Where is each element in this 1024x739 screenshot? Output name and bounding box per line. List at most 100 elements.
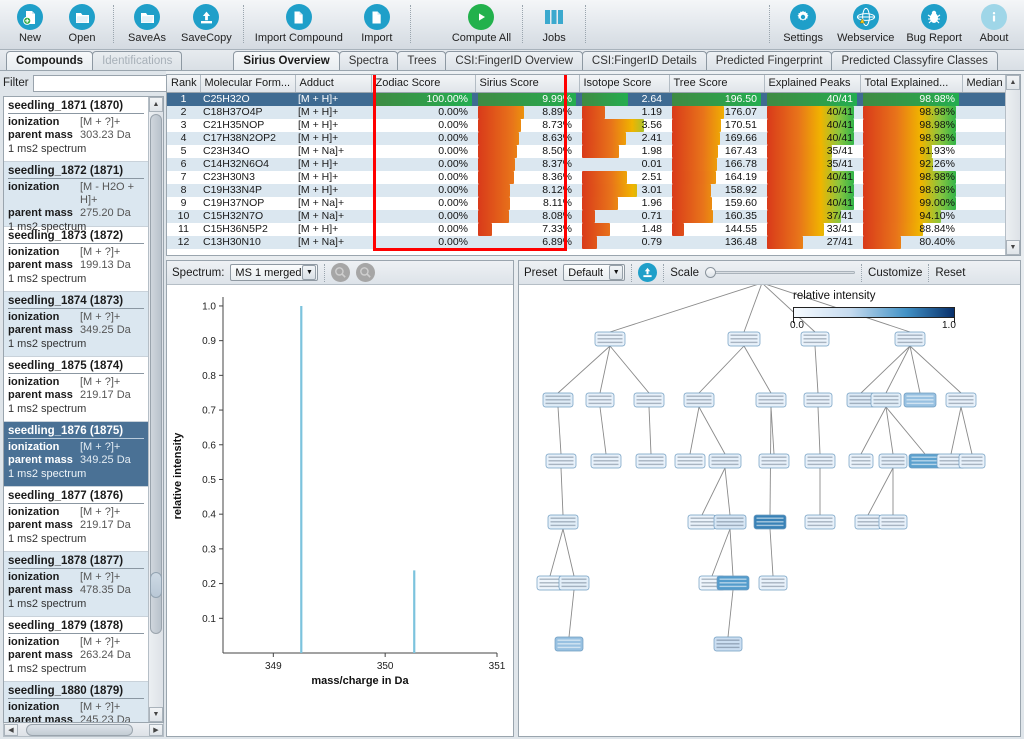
table-row[interactable]: 3 C21H35NOP [M + H]+ 0.00% 8.73% 3.56 170.51 40… [167,118,1005,132]
spectrum-select[interactable]: MS 1 merged ▼ [230,264,319,282]
tab-sirius-overview[interactable]: Sirius Overview [233,51,340,71]
score-value: 0.00% [438,106,468,119]
table-row[interactable]: 10 C15H32N7O [M + Na]+ 0.00% 8.08% 0.71 160.35… [167,209,1005,223]
scroll-down-icon[interactable]: ▼ [149,707,163,723]
scroll-left-icon[interactable]: ◀ [4,723,18,736]
column-header[interactable]: Explained Peaks [764,75,861,93]
scroll-track[interactable] [149,112,163,708]
column-header[interactable]: Isotope Score [579,75,670,93]
compound-list-item[interactable]: seedling_1874 (1873) ionization [M + ?]+ pa… [4,291,148,357]
tree-node-text-line [545,402,571,405]
save-as-button[interactable]: SaveAs [119,2,175,48]
results-scroll-track[interactable] [1006,90,1020,240]
bug-report-button[interactable]: Bug Report [900,2,968,48]
results-scroll-up-icon[interactable]: ▲ [1006,75,1020,91]
compound-list[interactable]: seedling_1871 (1870) ionization [M + ?]+ pa… [3,95,164,724]
score-value: 98.98% [919,119,955,132]
column-header[interactable]: Adduct [295,75,372,93]
table-row[interactable]: 11 C15H36N5P2 [M + H]+ 0.00% 7.33% 1.48 144.55… [167,222,1005,236]
tab-csi-fingerid-overview[interactable]: CSI:FingerID Overview [445,51,583,71]
column-header[interactable]: Rank [167,75,201,93]
zoom-in-icon[interactable] [331,263,351,283]
column-header[interactable]: Molecular Form... [200,75,296,93]
table-row[interactable]: 6 C14H32N6O4 [M + H]+ 0.00% 8.37% 0.01 166.78 3… [167,157,1005,171]
scroll-up-icon[interactable]: ▲ [149,96,163,112]
export-upload-icon[interactable] [638,263,658,283]
scroll-thumb-grip[interactable] [150,571,162,598]
preset-select[interactable]: Default ▼ [563,264,626,282]
customize-button[interactable]: Customize [868,267,922,279]
bug-report-button-label: Bug Report [906,32,962,44]
zoom-out-icon[interactable] [356,263,376,283]
table-cell: 0.01 [579,157,669,171]
tree-node-text-line [593,456,619,459]
table-row[interactable]: 2 C18H37O4P [M + H]+ 0.00% 8.89% 1.19 176.07 40… [167,105,1005,119]
column-header[interactable]: Median Mass D... [962,75,1005,93]
column-header[interactable]: Sirius Score [475,75,580,93]
score-value: 92.26% [919,158,955,171]
compound-list-item[interactable]: seedling_1876 (1875) ionization [M + ?]+ pa… [4,421,148,487]
table-cell: C23H30N3 [200,170,295,184]
tab-spectra[interactable]: Spectra [338,51,399,71]
jobs-button[interactable]: Jobs [528,2,580,48]
tree-node-text-line [638,460,664,462]
score-bar: 2.41 [582,131,666,145]
tab-predicted-classyfire-classes[interactable]: Predicted Classyfire Classes [831,51,998,71]
compound-list-scrollbar[interactable]: ▲ ▼ [148,96,163,723]
results-table[interactable]: Rank Molecular Form... Adduct Zodiac Score S… [167,75,1005,249]
about-button[interactable]: About [968,2,1020,48]
score-bar: 0.00% [374,158,472,171]
tab-csi-fingerid-details[interactable]: CSI:FingerID Details [581,51,707,71]
hscroll-track[interactable] [18,723,149,736]
score-value: 8.11% [543,197,572,210]
compound-list-hscrollbar[interactable]: ◀ ▶ [3,723,164,737]
scale-slider[interactable] [705,266,856,280]
scroll-right-icon[interactable]: ▶ [149,723,163,736]
tab-trees[interactable]: Trees [397,51,447,71]
column-header[interactable]: Total Explained... [860,75,963,93]
open-button[interactable]: Open [56,2,108,48]
import-button[interactable]: Import [349,2,405,48]
table-cell: 0.00% [371,183,475,197]
hscroll-thumb[interactable] [26,723,133,736]
tree-node-text-line [961,456,983,459]
webservice-button[interactable]: Webservice [831,2,900,48]
settings-button[interactable]: Settings [775,2,831,48]
table-row[interactable]: 12 C13H30N10 [M + Na]+ 0.00% 6.89% 0.79 136.48… [167,235,1005,249]
parent-mass-value: 219.17 Da [80,388,131,401]
compound-list-item[interactable]: seedling_1871 (1870) ionization [M + ?]+ pa… [4,96,148,162]
column-header[interactable]: Zodiac Score [371,75,476,93]
tab-predicted-fingerprint[interactable]: Predicted Fingerprint [705,51,833,71]
compound-list-item[interactable]: seedling_1879 (1878) ionization [M + ?]+ pa… [4,616,148,682]
scroll-thumb[interactable] [150,113,162,634]
compound-list-item[interactable]: seedling_1875 (1874) ionization [M + ?]+ pa… [4,356,148,422]
new-button[interactable]: New [4,2,56,48]
results-scroll-down-icon[interactable]: ▼ [1006,240,1020,256]
table-row[interactable]: 5 C23H34O [M + Na]+ 0.00% 8.50% 1.98 167.43 35/… [167,144,1005,158]
import-compound-button[interactable]: Import Compound [249,2,349,48]
table-row[interactable]: 7 C23H30N3 [M + H]+ 0.00% 8.36% 2.51 164.19 40/… [167,170,1005,184]
table-row[interactable]: 9 C19H37NOP [M + Na]+ 0.00% 8.11% 1.96 159.60 4… [167,196,1005,210]
table-cell: 40/41 [764,105,860,119]
x-tick-label: 349 [265,661,282,672]
score-value: 159.60 [724,197,757,210]
filter-input[interactable] [32,74,183,92]
table-row[interactable]: 1 C25H32O [M + H]+ 100.00% 9.99% 2.64 196.50 40… [167,92,1005,106]
compute-all-button[interactable]: Compute All [446,2,517,48]
save-copy-button[interactable]: SaveCopy [175,2,238,48]
column-header[interactable]: Tree Score [669,75,765,93]
spectrum-chart[interactable]: 0.1 0.2 0.3 0.4 0.5 0.6 0.7 0.8 0.9 1.0 349 350 351 m… [167,285,513,736]
reset-button[interactable]: Reset [935,267,965,279]
tab-compounds[interactable]: Compounds [6,51,94,71]
scale-slider-knob[interactable] [705,267,717,279]
compound-list-item[interactable]: seedling_1873 (1872) ionization [M + ?]+ pa… [4,226,148,292]
compound-list-item[interactable]: seedling_1880 (1879) ionization [M + ?]+ pa… [4,681,148,723]
table-row[interactable]: 4 C17H38N2OP2 [M + H]+ 0.00% 8.63% 2.41 169.66… [167,131,1005,145]
table-row[interactable]: 8 C19H33N4P [M + H]+ 0.00% 8.12% 3.01 158.92 40… [167,183,1005,197]
tab-identifications[interactable]: Identifications [92,51,183,71]
compound-list-item[interactable]: seedling_1878 (1877) ionization [M + ?]+ pa… [4,551,148,617]
compound-list-item[interactable]: seedling_1877 (1876) ionization [M + ?]+ pa… [4,486,148,552]
compound-list-item[interactable]: seedling_1872 (1871) ionization [M - H2O +… [4,161,148,233]
fragmentation-tree-canvas[interactable]: relative intensity 0.0 1.0 [519,285,1020,736]
results-table-scrollbar[interactable]: ▲ ▼ [1005,75,1020,256]
